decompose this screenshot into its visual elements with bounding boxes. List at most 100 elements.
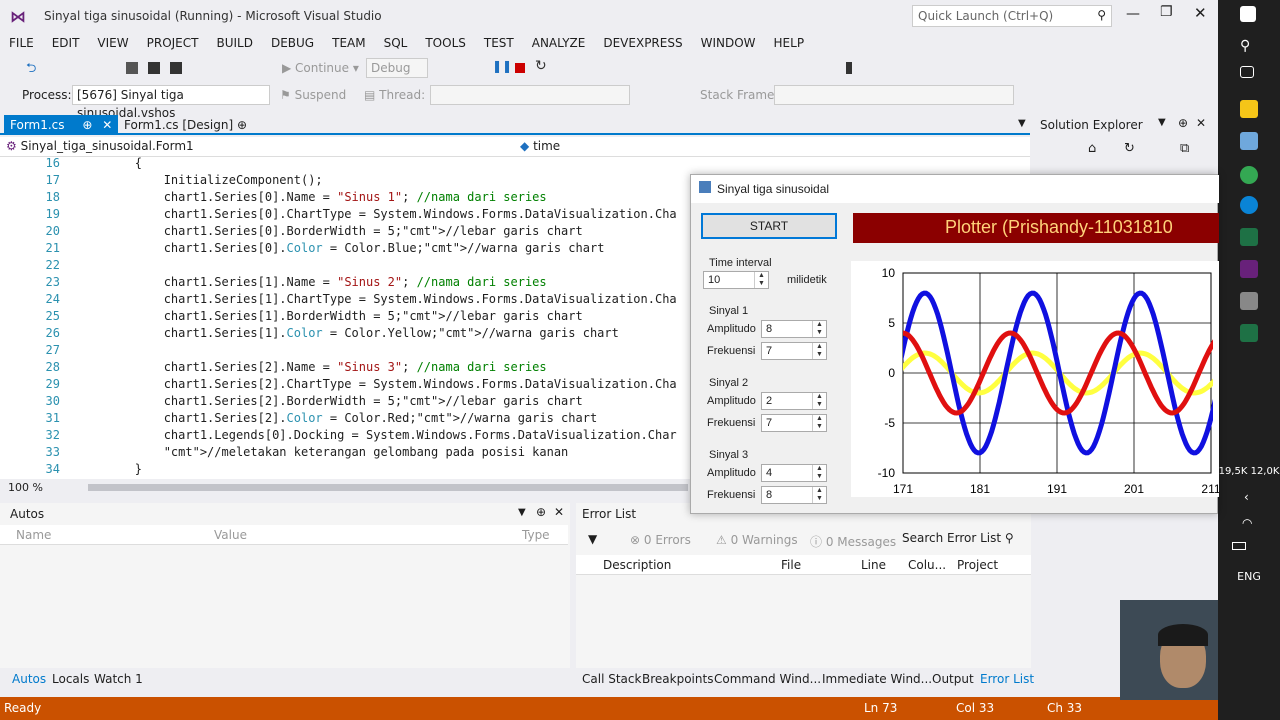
menu-analyze[interactable]: ANALYZE [523, 32, 595, 54]
sinyal2-freq-input[interactable]: 7 ▲ ▼ [761, 414, 827, 432]
search-icon[interactable]: ⚲ [1240, 38, 1258, 56]
pin-icon[interactable]: ⊕ [237, 118, 247, 132]
menu-edit[interactable]: EDIT [43, 32, 89, 54]
tab-output[interactable]: Output [932, 672, 974, 686]
collapse-icon[interactable]: ⧉ [1180, 141, 1189, 156]
stop-icon[interactable] [515, 63, 525, 73]
class-dropdown[interactable]: ⚙ Sinyal_tiga_sinusoidal.Form1 [6, 139, 516, 153]
pin-icon[interactable]: ⊕ [82, 118, 92, 132]
col-file[interactable]: File [781, 558, 801, 572]
menu-debug[interactable]: DEBUG [262, 32, 323, 54]
menu-help[interactable]: HELP [765, 32, 814, 54]
warnings-toggle[interactable]: ⚠ 0 Warnings [716, 533, 798, 547]
menu-team[interactable]: TEAM [323, 32, 374, 54]
close-button[interactable]: ✕ [1194, 4, 1207, 22]
quick-launch-input[interactable]: Quick Launch (Ctrl+Q) ⚲ [912, 5, 1112, 27]
save-all-icon[interactable] [170, 62, 182, 74]
save-icon[interactable] [148, 62, 160, 74]
col-value[interactable]: Value [214, 528, 247, 542]
zoom-level[interactable]: 100 % [8, 481, 43, 494]
file-explorer-icon[interactable] [1240, 100, 1258, 118]
stack-frame-dropdown[interactable] [774, 85, 1014, 105]
tab-command-window[interactable]: Command Wind... [714, 672, 821, 686]
continue-button[interactable]: ▶ Continue ▾ [282, 61, 359, 75]
tab-error-list[interactable]: Error List [980, 672, 1034, 686]
chevron-left-icon[interactable]: ‹ [1244, 490, 1249, 504]
sinyal1-freq-input[interactable]: 7 ▲ ▼ [761, 342, 827, 360]
menu-test[interactable]: TEST [475, 32, 523, 54]
tab-form1-design[interactable]: Form1.cs [Design] ⊕ [118, 115, 253, 135]
spin-arrows-icon[interactable]: ▲ ▼ [812, 343, 826, 359]
thread-dropdown[interactable] [430, 85, 630, 105]
pin-icon[interactable]: ⊕ [1178, 116, 1188, 130]
autos-dropdown-icon[interactable]: ▼ [518, 507, 526, 518]
dropdown-icon[interactable]: ▼ [1158, 117, 1166, 128]
app-icon-3[interactable] [1240, 324, 1258, 342]
code-line[interactable]: 16 { [0, 157, 1030, 172]
col-column[interactable]: Colu... [908, 558, 946, 572]
errors-toggle[interactable]: ⊗ 0 Errors [630, 533, 691, 547]
bookmark-icon[interactable] [846, 62, 852, 74]
tab-breakpoints[interactable]: Breakpoints [642, 672, 713, 686]
language-indicator[interactable]: ENG [1218, 570, 1280, 583]
spin-arrows-icon[interactable]: ▲ ▼ [812, 487, 826, 503]
edge-icon[interactable] [1240, 196, 1258, 214]
messages-toggle[interactable]: ⓘ 0 Messages [810, 533, 896, 550]
config-dropdown[interactable]: Debug [366, 58, 428, 78]
col-line[interactable]: Line [861, 558, 886, 572]
spin-arrows-icon[interactable]: ▲ ▼ [812, 415, 826, 431]
spin-arrows-icon[interactable]: ▲ ▼ [812, 465, 826, 481]
col-name[interactable]: Name [16, 528, 51, 542]
back-icon[interactable]: ⮌ [26, 59, 40, 76]
close-tab-icon[interactable]: ✕ [102, 118, 112, 132]
spin-arrows-icon[interactable]: ▲ ▼ [812, 393, 826, 409]
sinyal3-amp-input[interactable]: 4 ▲ ▼ [761, 464, 827, 482]
maximize-button[interactable]: ❐ [1160, 4, 1173, 20]
home-icon[interactable]: ⌂ [1088, 141, 1096, 156]
col-project[interactable]: Project [957, 558, 998, 572]
suspend-button[interactable]: ⚑ Suspend [280, 88, 346, 102]
tab-autos[interactable]: Autos [12, 672, 46, 686]
menu-sql[interactable]: SQL [375, 32, 417, 54]
visual-studio-icon[interactable] [1240, 260, 1258, 278]
app-icon[interactable] [1240, 132, 1258, 150]
close-icon[interactable]: ✕ [1196, 116, 1206, 130]
tab-call-stack[interactable]: Call Stack [582, 672, 641, 686]
spin-arrows-icon[interactable]: ▲ ▼ [812, 321, 826, 337]
new-project-icon[interactable] [126, 62, 138, 74]
time-interval-input[interactable]: 10 ▲ ▼ [703, 271, 769, 289]
windows-start-icon[interactable] [1240, 6, 1256, 22]
col-description[interactable]: Description [603, 558, 671, 572]
app-icon-2[interactable] [1240, 292, 1258, 310]
menu-view[interactable]: VIEW [88, 32, 137, 54]
search-error-list-input[interactable]: Search Error List ⚲ [902, 531, 1030, 549]
menu-devexpress[interactable]: DEVEXPRESS [594, 32, 691, 54]
member-dropdown[interactable]: ◆ time [520, 139, 1020, 153]
tab-overflow-icon[interactable]: ▼ [1018, 118, 1026, 129]
chrome-icon[interactable] [1240, 166, 1258, 184]
sinyal2-amp-input[interactable]: 2 ▲ ▼ [761, 392, 827, 410]
restart-icon[interactable]: ↻ [535, 58, 549, 74]
sinyal3-freq-input[interactable]: 8 ▲ ▼ [761, 486, 827, 504]
spin-arrows-icon[interactable]: ▲ ▼ [754, 272, 768, 288]
start-button[interactable]: START [701, 213, 837, 239]
pin-icon[interactable]: ⊕ [536, 505, 546, 519]
excel-icon[interactable] [1240, 228, 1258, 246]
pause-icon[interactable]: ❚❚ [492, 59, 512, 73]
refresh-icon[interactable]: ↻ [1124, 141, 1135, 156]
process-dropdown[interactable]: [5676] Sinyal tiga sinusoidal.vshos [72, 85, 270, 120]
tab-watch1[interactable]: Watch 1 [94, 672, 143, 686]
sinyal1-amp-input[interactable]: 8 ▲ ▼ [761, 320, 827, 338]
task-view-icon[interactable] [1240, 66, 1254, 78]
filter-icon[interactable]: ▼ [588, 532, 597, 546]
tab-immediate-window[interactable]: Immediate Wind... [822, 672, 932, 686]
menu-window[interactable]: WINDOW [692, 32, 765, 54]
minimize-button[interactable]: — [1126, 6, 1140, 22]
menu-tools[interactable]: TOOLS [416, 32, 475, 54]
menu-file[interactable]: FILE [0, 32, 43, 54]
menu-project[interactable]: PROJECT [138, 32, 208, 54]
horizontal-scrollbar[interactable] [88, 484, 688, 491]
col-type[interactable]: Type [522, 528, 550, 542]
tab-locals[interactable]: Locals [52, 672, 89, 686]
tab-form1-cs[interactable]: Form1.cs ⊕ ✕ [4, 115, 119, 135]
